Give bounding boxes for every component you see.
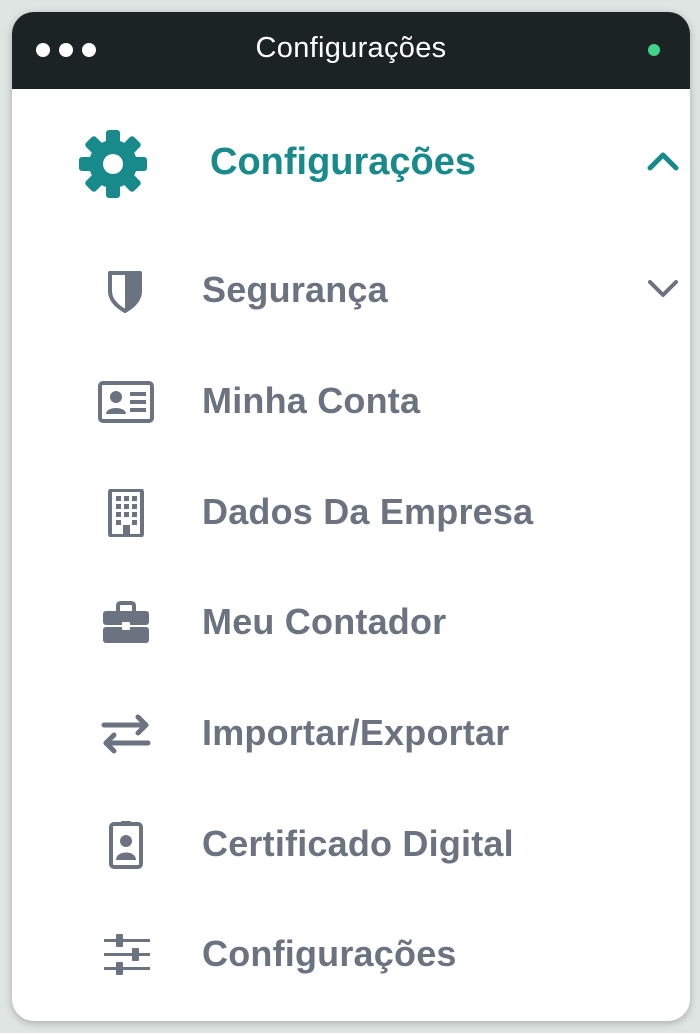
menu-header-configuracoes[interactable]: Configurações [12,129,690,199]
menu-item-label: Configurações [202,933,457,974]
badge-icon [109,821,143,869]
menu-item-importar-exportar[interactable]: Importar/Exportar [12,694,690,774]
building-icon [108,489,144,537]
menu-item-configuracoes[interactable]: Configurações [12,915,690,995]
menu-item-label: Dados Da Empresa [202,491,534,532]
menu-item-seguranca[interactable]: Segurança [12,251,690,331]
menu-item-label: Minha Conta [202,380,421,421]
window-title: Configurações [255,32,447,64]
menu-item-label: Segurança [202,269,388,310]
id-card-icon [98,381,154,423]
briefcase-icon [103,601,149,643]
gear-icon [79,130,147,198]
menu-item-dados-da-empresa[interactable]: Dados Da Empresa [12,473,690,553]
sliders-icon [104,934,150,975]
title-bar: Configurações [12,12,690,89]
menu-item-label: Certificado Digital [202,823,514,864]
menu-item-label: Meu Contador [202,601,447,642]
chevron-down-icon[interactable] [644,269,682,307]
status-indicator-icon [648,44,660,56]
menu-item-certificado-digital[interactable]: Certificado Digital [12,805,690,885]
menu-item-meu-contador[interactable]: Meu Contador [12,583,690,663]
settings-window: Configurações Configurações Segurança Mi… [12,12,690,1021]
menu-item-minha-conta[interactable]: Minha Conta [12,362,690,442]
shield-icon [108,271,142,313]
menu-item-label: Importar/Exportar [202,712,510,753]
exchange-arrows-icon [101,714,151,754]
menu-header-label: Configurações [210,141,477,183]
chevron-up-icon[interactable] [644,143,682,181]
